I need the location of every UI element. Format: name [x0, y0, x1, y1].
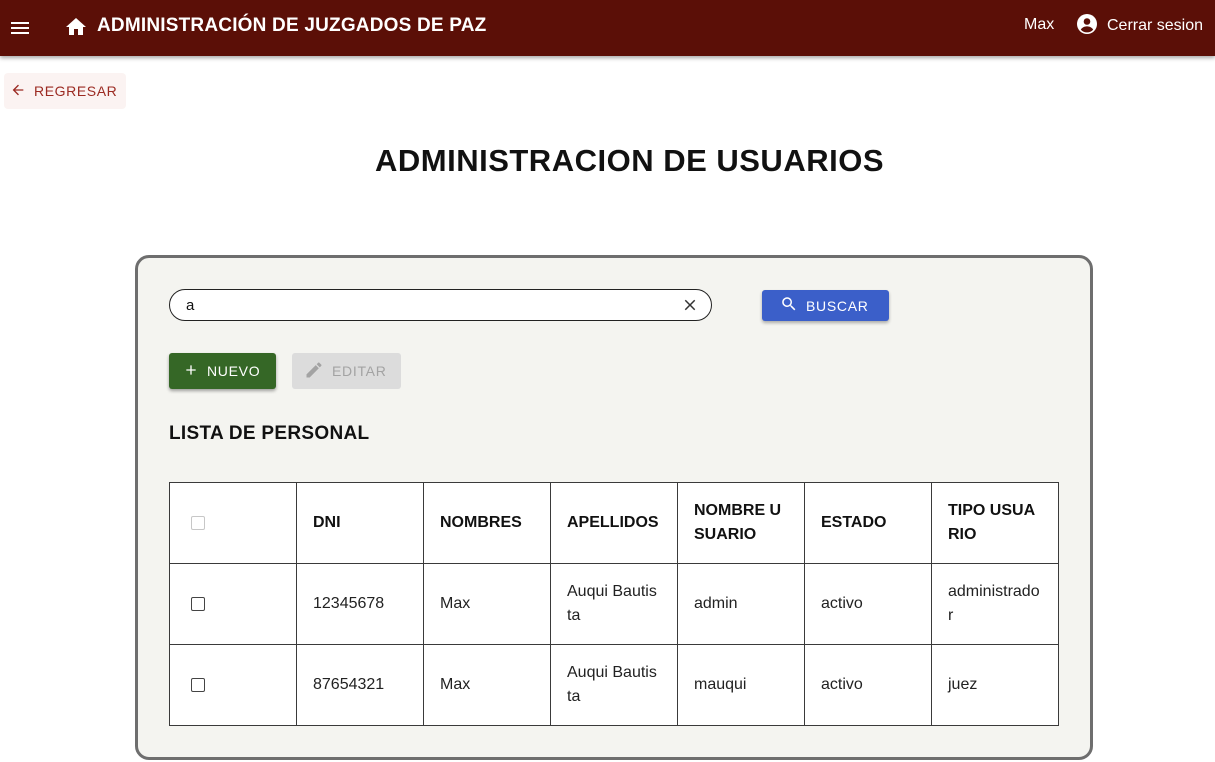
cell-nombres: Max	[423, 644, 551, 726]
column-header-estado[interactable]: ESTADO	[804, 482, 932, 564]
row-select-cell	[169, 644, 297, 726]
new-button-label: NUEVO	[207, 363, 261, 379]
row-select-cell	[169, 563, 297, 645]
cell-apellidos: Auqui Bautista	[550, 644, 678, 726]
home-icon[interactable]	[64, 15, 88, 39]
cell-estado: activo	[804, 563, 932, 645]
search-button[interactable]: BUSCAR	[762, 290, 889, 321]
cell-estado: activo	[804, 644, 932, 726]
column-header-apellidos[interactable]: APELLIDOS	[550, 482, 678, 564]
logout-button[interactable]: Cerrar sesion	[1075, 13, 1203, 39]
search-icon	[780, 295, 798, 316]
app-title: ADMINISTRACIÓN DE JUZGADOS DE PAZ	[97, 15, 487, 36]
column-header-dni[interactable]: DNI	[296, 482, 424, 564]
cell-nombre-usuario: admin	[677, 563, 805, 645]
search-field[interactable]	[169, 289, 712, 321]
account-circle-icon	[1075, 12, 1099, 41]
select-all-checkbox[interactable]	[191, 515, 205, 530]
user-name: Max	[1024, 16, 1055, 33]
table-row[interactable]: 12345678 Max Auqui Bautista admin activo…	[169, 563, 1059, 645]
edit-button-label: EDITAR	[332, 363, 387, 379]
cell-nombres: Max	[423, 563, 551, 645]
cell-dni: 12345678	[296, 563, 424, 645]
plus-icon	[183, 362, 199, 381]
cell-tipo-usuario: juez	[931, 644, 1059, 726]
row-checkbox[interactable]	[191, 677, 205, 692]
logout-label: Cerrar sesion	[1107, 17, 1204, 34]
select-all-cell	[169, 482, 297, 564]
table-header-row: DNI NOMBRES APELLIDOS NOMBRE USUARIO EST…	[169, 482, 1059, 564]
back-label: REGRESAR	[34, 83, 118, 99]
cell-nombre-usuario: mauqui	[677, 644, 805, 726]
section-title: LISTA DE PERSONAL	[169, 423, 370, 444]
page-title: ADMINISTRACION DE USUARIOS	[374, 143, 884, 178]
column-header-nombre-usuario[interactable]: NOMBRE USUARIO	[677, 482, 805, 564]
arrow-left-icon	[10, 82, 26, 101]
edit-button[interactable]: EDITAR	[292, 353, 401, 389]
back-button[interactable]: REGRESAR	[4, 73, 126, 109]
pencil-icon	[304, 360, 324, 383]
column-header-nombres[interactable]: NOMBRES	[423, 482, 551, 564]
menu-icon[interactable]	[8, 12, 32, 44]
close-icon[interactable]	[681, 296, 699, 314]
search-input[interactable]	[186, 296, 666, 314]
users-table: DNI NOMBRES APELLIDOS NOMBRE USUARIO EST…	[169, 482, 1059, 726]
table-row[interactable]: 87654321 Max Auqui Bautista mauqui activ…	[169, 644, 1059, 726]
cell-dni: 87654321	[296, 644, 424, 726]
search-button-label: BUSCAR	[806, 297, 869, 314]
row-checkbox[interactable]	[191, 596, 205, 611]
app-bar: ADMINISTRACIÓN DE JUZGADOS DE PAZ Max Ce…	[0, 0, 1215, 56]
cell-apellidos: Auqui Bautista	[550, 563, 678, 645]
column-header-tipo-usuario[interactable]: TIPO USUARIO	[931, 482, 1059, 564]
cell-tipo-usuario: administrador	[931, 563, 1059, 645]
new-button[interactable]: NUEVO	[169, 353, 276, 389]
